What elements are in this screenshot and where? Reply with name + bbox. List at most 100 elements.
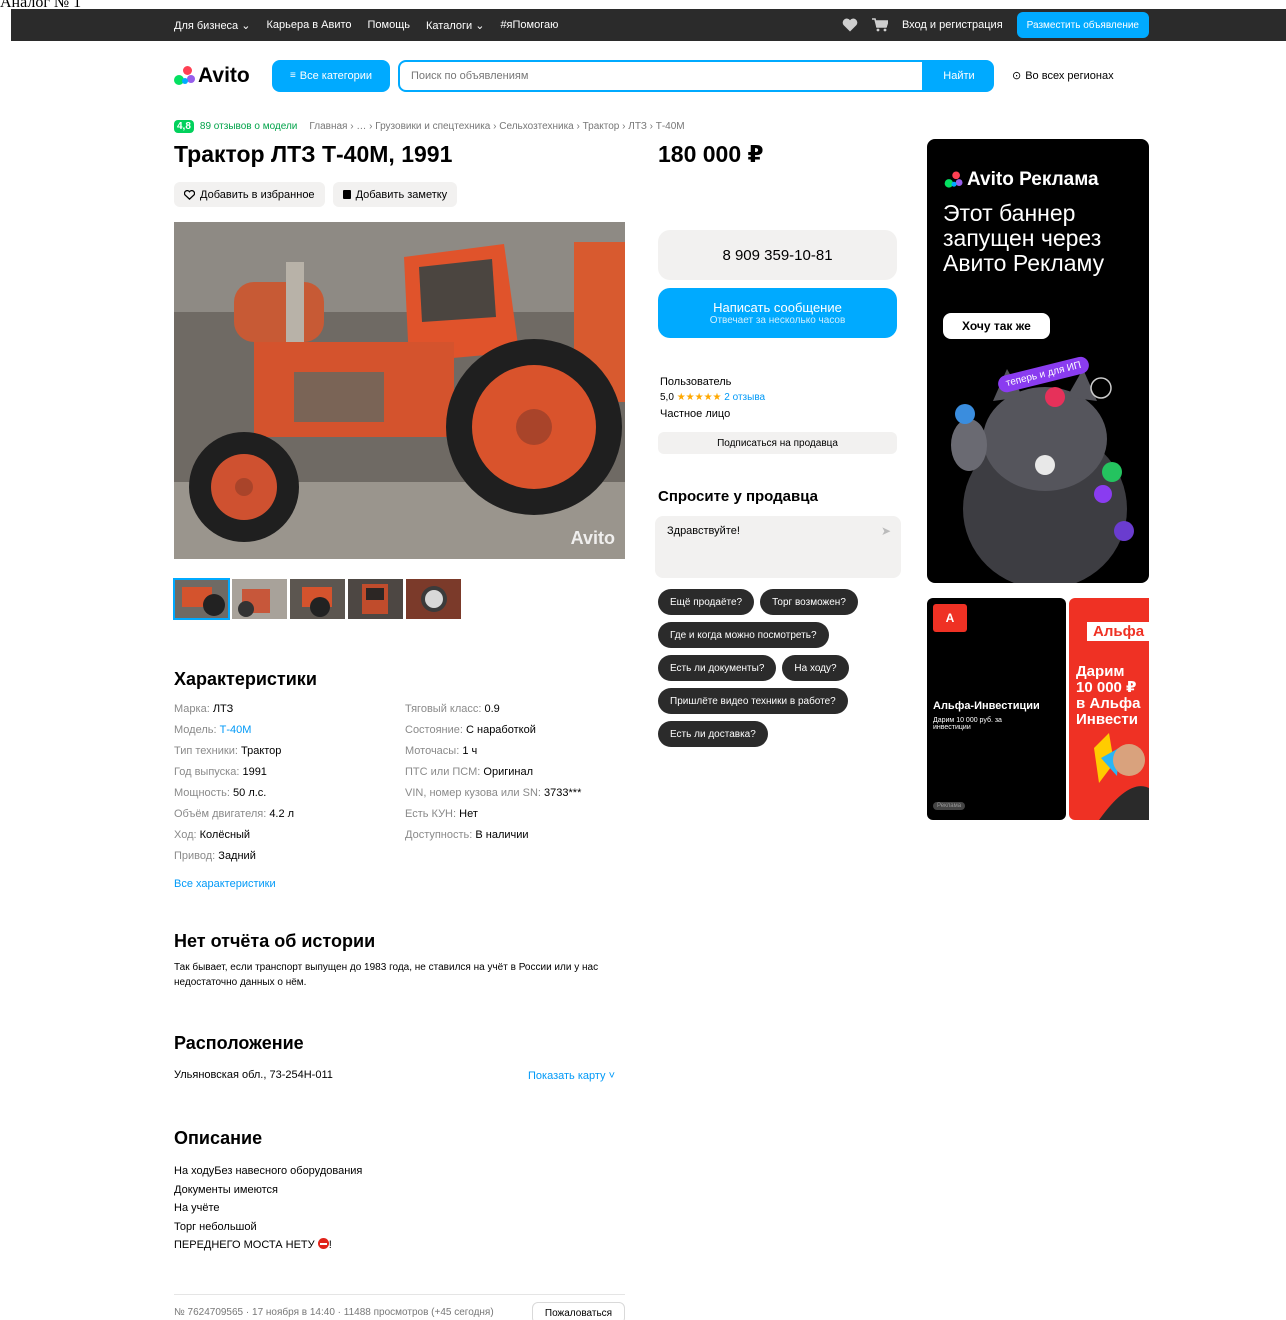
thumbnail[interactable] <box>232 579 287 619</box>
avito-logo[interactable]: Avito <box>174 64 272 88</box>
tractor-photo <box>174 222 625 559</box>
seller-info: Пользователь 5,0 ★★★★★ 2 отзыва Частное … <box>660 374 765 422</box>
specs-right-column: Тяговый класс: 0.9 Состояние: С наработк… <box>405 703 636 866</box>
login-link[interactable]: Вход и регистрация <box>902 19 1003 31</box>
description-line: На ходуБез навесного оборудования <box>174 1165 363 1177</box>
location-address: Ульяновская обл., 73-254Н-011 <box>174 1069 333 1081</box>
spec-row: Доступность: В наличии <box>405 829 529 841</box>
seller-type: Частное лицо <box>660 408 731 420</box>
note-icon <box>342 190 351 199</box>
subscribe-seller-button[interactable]: Подписаться на продавца <box>658 432 897 454</box>
description-line: Торг небольшой <box>174 1220 257 1233</box>
top-bar: Для бизнеса ⌄ Карьера в Авито Помощь Кат… <box>11 9 1286 41</box>
model-reviews-link[interactable]: 89 отзывов о модели <box>200 121 298 132</box>
spec-row: Тип техники: Трактор <box>174 745 282 757</box>
lucky-cat-illustration <box>951 369 1134 583</box>
quick-question-chip[interactable]: Есть ли доставка? <box>658 721 768 747</box>
quick-question-chip[interactable]: Ещё продаёте? <box>658 589 755 615</box>
location-heading: Расположение <box>174 1033 304 1053</box>
spec-row: Ход: Колёсный <box>174 829 251 841</box>
promo-person-illustration <box>1094 733 1149 820</box>
post-ad-button[interactable]: Разместить объявление <box>1016 12 1149 38</box>
send-icon[interactable]: ➤ <box>881 524 891 538</box>
search-button[interactable]: Найти <box>924 59 994 92</box>
add-note-button[interactable]: Добавить заметку <box>332 182 458 207</box>
thumbnail[interactable] <box>290 579 345 619</box>
report-button[interactable]: Пожаловаться <box>532 1302 625 1320</box>
page-title: Трактор ЛТЗ Т-40М, 1991 <box>174 141 453 167</box>
all-categories-button[interactable]: ≡ Все категории <box>272 59 390 92</box>
specs-left-column: Марка: ЛТЗ Модель: Т-40М Тип техники: Тр… <box>174 703 405 866</box>
photo-watermark: Avito <box>570 528 615 548</box>
quick-question-chip[interactable]: Пришлёте видео техники в работе? <box>658 688 848 714</box>
categories-icon: ≡ <box>289 70 296 81</box>
description-line: ПЕРЕДНЕГО МОСТА НЕТУ ! <box>174 1238 332 1251</box>
spec-row: Модель: Т-40М <box>174 724 252 736</box>
spec-row: Привод: Задний <box>174 850 256 862</box>
thumbnail[interactable] <box>406 579 461 619</box>
phone-number-button[interactable]: 8 909 359-10-81 <box>658 230 897 280</box>
write-message-button[interactable]: Написать сообщение Отвечает за несколько… <box>658 288 897 338</box>
history-text: Так бывает, если транспорт выпущен до 19… <box>174 962 599 988</box>
ask-seller-heading: Спросите у продавца <box>658 488 818 505</box>
model-rating-badge: 4,8 <box>174 120 194 133</box>
spec-row: Мощность: 50 л.с. <box>174 787 267 799</box>
search-input[interactable]: Поиск по объявлениям <box>398 59 924 92</box>
quick-questions: Ещё продаёте? Торг возможен? Где и когда… <box>658 589 898 747</box>
spec-row: Состояние: С наработкой <box>405 724 536 736</box>
history-heading: Нет отчёта об истории <box>174 931 376 951</box>
avito-logo-icon <box>174 65 196 86</box>
ad-title: Альфа-Инвестиции <box>933 700 1040 712</box>
spec-row: Объём двигателя: 4.2 л <box>174 808 295 820</box>
thumbnail[interactable] <box>173 578 230 620</box>
photo-thumbnails <box>173 578 461 620</box>
breadcrumb-path[interactable]: Главная › … › Грузовики и спецтехника › … <box>309 121 684 132</box>
quick-question-chip[interactable]: Где и когда можно посмотреть? <box>658 622 829 648</box>
ask-seller-input[interactable]: Здравствуйте! ➤ <box>655 516 901 578</box>
cart-icon[interactable] <box>871 18 888 32</box>
quick-question-chip[interactable]: Есть ли документы? <box>658 655 777 681</box>
seller-rating: 5,0 ★★★★★ 2 отзыва <box>660 392 766 403</box>
quick-question-chip[interactable]: Торг возможен? <box>760 589 858 615</box>
alfa-investments-ad[interactable]: А Альфа-Инвестиции Дарим 10 000 руб. за … <box>927 598 1066 820</box>
listing-actions: Добавить в избранное Добавить заметку <box>174 182 458 207</box>
description-line: Документы имеются <box>174 1183 278 1196</box>
description-heading: Описание <box>174 1128 263 1148</box>
spec-row: Моточасы: 1 ч <box>405 745 478 757</box>
all-specs-link[interactable]: Все характеристики <box>174 878 276 890</box>
region-selector[interactable]: ⊙ Во всех регионах <box>1012 69 1114 83</box>
description-line: На учёте <box>174 1202 220 1214</box>
main-photo[interactable]: Avito <box>174 222 625 559</box>
nav-business[interactable]: Для бизнеса ⌄ <box>174 19 250 32</box>
favorites-icon[interactable] <box>842 18 858 32</box>
spec-row: Год выпуска: 1991 <box>174 766 267 778</box>
alfa-promo-ad[interactable]: Альфа I Дарим 10 000 ₽ в Альфа Инвести <box>1069 598 1149 820</box>
model-link[interactable]: Т-40М <box>220 724 252 736</box>
seller-reviews-link[interactable]: 2 отзыва <box>724 392 765 403</box>
nav-help[interactable]: Помощь <box>368 19 411 31</box>
nav-career[interactable]: Карьера в Авито <box>266 19 351 31</box>
avito-ads-banner[interactable]: Avito Реклама Этот баннер запущен через … <box>927 139 1149 583</box>
spec-row: ПТС или ПСМ: Оригинал <box>405 766 533 778</box>
star-rating-icon: ★★★★★ <box>676 392 722 403</box>
top-bar-right: Вход и регистрация Разместить объявление <box>842 12 1149 38</box>
alfa-logo-icon: А <box>933 604 967 632</box>
spec-row: VIN, номер кузова или SN: 3733*** <box>405 787 582 799</box>
add-to-favorites-button[interactable]: Добавить в избранное <box>174 182 325 207</box>
seller-name[interactable]: Пользователь <box>660 374 765 390</box>
spec-row: Марка: ЛТЗ <box>174 703 234 715</box>
quick-question-chip[interactable]: На ходу? <box>782 655 849 681</box>
thumbnail[interactable] <box>348 579 403 619</box>
ad-label: Реклама <box>933 802 966 810</box>
breadcrumb: 4,8 89 отзывов о модели Главная › … › Гр… <box>174 120 685 133</box>
description-text: На ходуБез навесного оборудования Докуме… <box>174 1162 362 1255</box>
no-entry-icon <box>317 1238 329 1249</box>
nav-catalogs[interactable]: Каталоги ⌄ <box>426 19 484 32</box>
divider <box>174 1294 625 1295</box>
show-map-link[interactable]: Показать карту ˅ <box>528 1070 615 1082</box>
listing-meta: № 7624709565 · 17 ноября в 14:40 · 11488… <box>174 1307 494 1318</box>
top-nav: Для бизнеса ⌄ Карьера в Авито Помощь Кат… <box>174 9 558 41</box>
price: 180 000 ₽ <box>658 141 764 167</box>
ad-subtitle: Дарим 10 000 руб. за инвестиции <box>933 717 1002 731</box>
nav-ihelp[interactable]: #яПомогаю <box>500 19 558 31</box>
